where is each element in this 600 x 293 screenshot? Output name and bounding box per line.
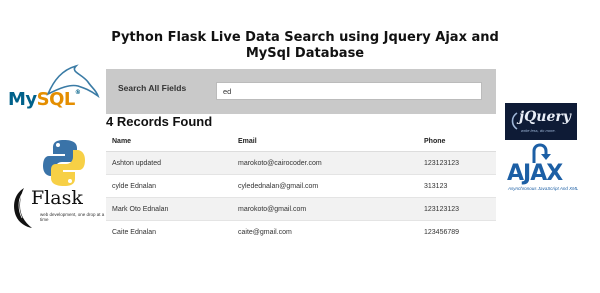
mysql-logo: MySQL® [8,89,81,110]
table-row: Caite Ednalan caite@gmail.com 123456789 [106,220,496,243]
jquery-logo: jQuery write less, do more. [505,103,577,140]
page-title: Python Flask Live Data Search using Jque… [111,30,499,61]
ajax-tagline: Asynchronous JavaScript And XML [508,186,579,191]
cell-name: cylde Ednalan [106,174,232,198]
mysql-logo-my: My [8,89,37,110]
ajax-logo: AJAX [507,161,563,186]
cell-name: Ashton updated [106,151,232,175]
jquery-swoosh-icon [511,112,518,130]
cell-email: marokoto@gmail.com [232,197,418,221]
search-input[interactable] [216,82,482,100]
cell-email: cyledednalan@gmail.com [232,174,418,198]
column-header-email: Email [232,131,418,152]
results-table: Name Email Phone Ashton updated marokoto… [106,131,496,243]
table-row: cylde Ednalan cyledednalan@gmail.com 313… [106,174,496,198]
column-header-phone: Phone [418,131,496,152]
cell-phone: 313123 [418,174,496,198]
jquery-logo-text: jQuery [519,109,571,125]
mysql-logo-reg: ® [74,89,81,96]
flask-logo: Flask [31,187,83,209]
records-count: 4 Records Found [106,114,213,129]
cell-name: Caite Ednalan [106,220,232,243]
table-row: Ashton updated marokoto@cairocoder.com 1… [106,151,496,175]
mysql-logo-sql: SQL [36,89,76,110]
search-label: Search All Fields [118,83,187,93]
cell-phone: 123123123 [418,151,496,175]
python-logo-icon [43,140,85,186]
cell-phone: 123456789 [418,220,496,243]
column-header-name: Name [106,131,232,152]
search-panel: Search All Fields [106,69,496,114]
table-row: Mark Oto Ednalan marokoto@gmail.com 1231… [106,197,496,221]
jquery-tagline: write less, do more. [521,128,556,133]
cell-email: marokoto@cairocoder.com [232,151,418,175]
cell-email: caite@gmail.com [232,220,418,243]
flask-tagline: web development, one drop at a time [40,212,105,222]
cell-name: Mark Oto Ednalan [106,197,232,221]
cell-phone: 123123123 [418,197,496,221]
table-header-row: Name Email Phone [106,131,496,152]
